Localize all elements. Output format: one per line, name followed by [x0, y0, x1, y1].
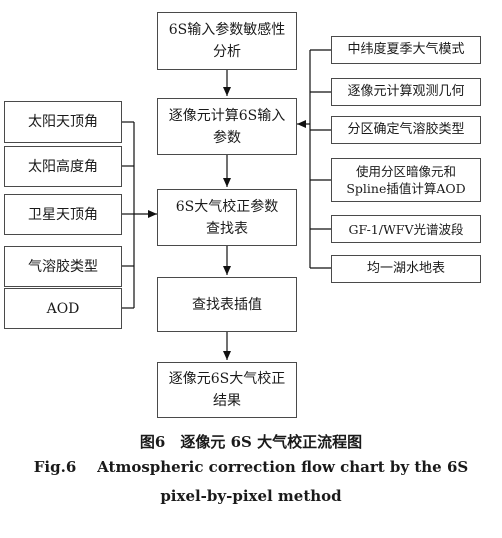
left-input-5: AOD: [4, 288, 122, 329]
right-input-6: 均一湖水地表: [331, 255, 481, 283]
lut-box: 6S大气校正参数 查找表: [157, 189, 297, 246]
right-input-5: GF-1/WFV光谱波段: [331, 215, 481, 243]
right-input-1: 中纬度夏季大气模式: [331, 36, 481, 64]
left-input-1: 太阳天顶角: [4, 101, 122, 143]
left-input-4: 气溶胶类型: [4, 246, 122, 287]
result-box: 逐像元6S大气校正 结果: [157, 362, 297, 418]
compute-inputs-box: 逐像元计算6S输入 参数: [157, 98, 297, 155]
figure-caption-en-line2: pixel-by-pixel method: [160, 487, 342, 505]
left-input-3: 卫星天顶角: [4, 194, 122, 235]
figure-caption-zh: 图6 逐像元 6S 大气校正流程图: [139, 433, 363, 451]
left-input-2: 太阳高度角: [4, 146, 122, 187]
right-input-2: 逐像元计算观测几何: [331, 78, 481, 106]
lut-interpolation-box: 查找表插值: [157, 277, 297, 332]
sensitivity-analysis-box: 6S输入参数敏感性 分析: [157, 12, 297, 70]
right-input-3: 分区确定气溶胶类型: [331, 116, 481, 144]
right-input-4: 使用分区暗像元和 Spline插值计算AOD: [331, 158, 481, 202]
figure-caption-en-line1: Fig.6 Atmospheric correction flow chart …: [33, 458, 469, 476]
